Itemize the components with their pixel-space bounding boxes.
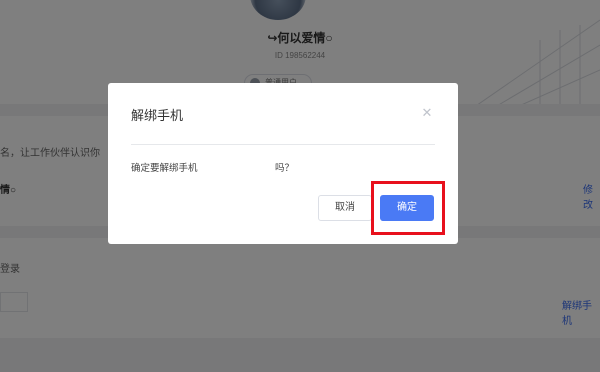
close-icon[interactable]: ✕ [419, 105, 435, 121]
divider [131, 144, 435, 145]
dialog-title: 解绑手机 [131, 108, 184, 123]
dialog-message: 确定要解绑手机 [131, 163, 198, 174]
dialog-message-tail: 吗？ [275, 163, 295, 174]
cancel-button[interactable]: 取消 [318, 195, 372, 221]
highlight-box [371, 181, 445, 235]
